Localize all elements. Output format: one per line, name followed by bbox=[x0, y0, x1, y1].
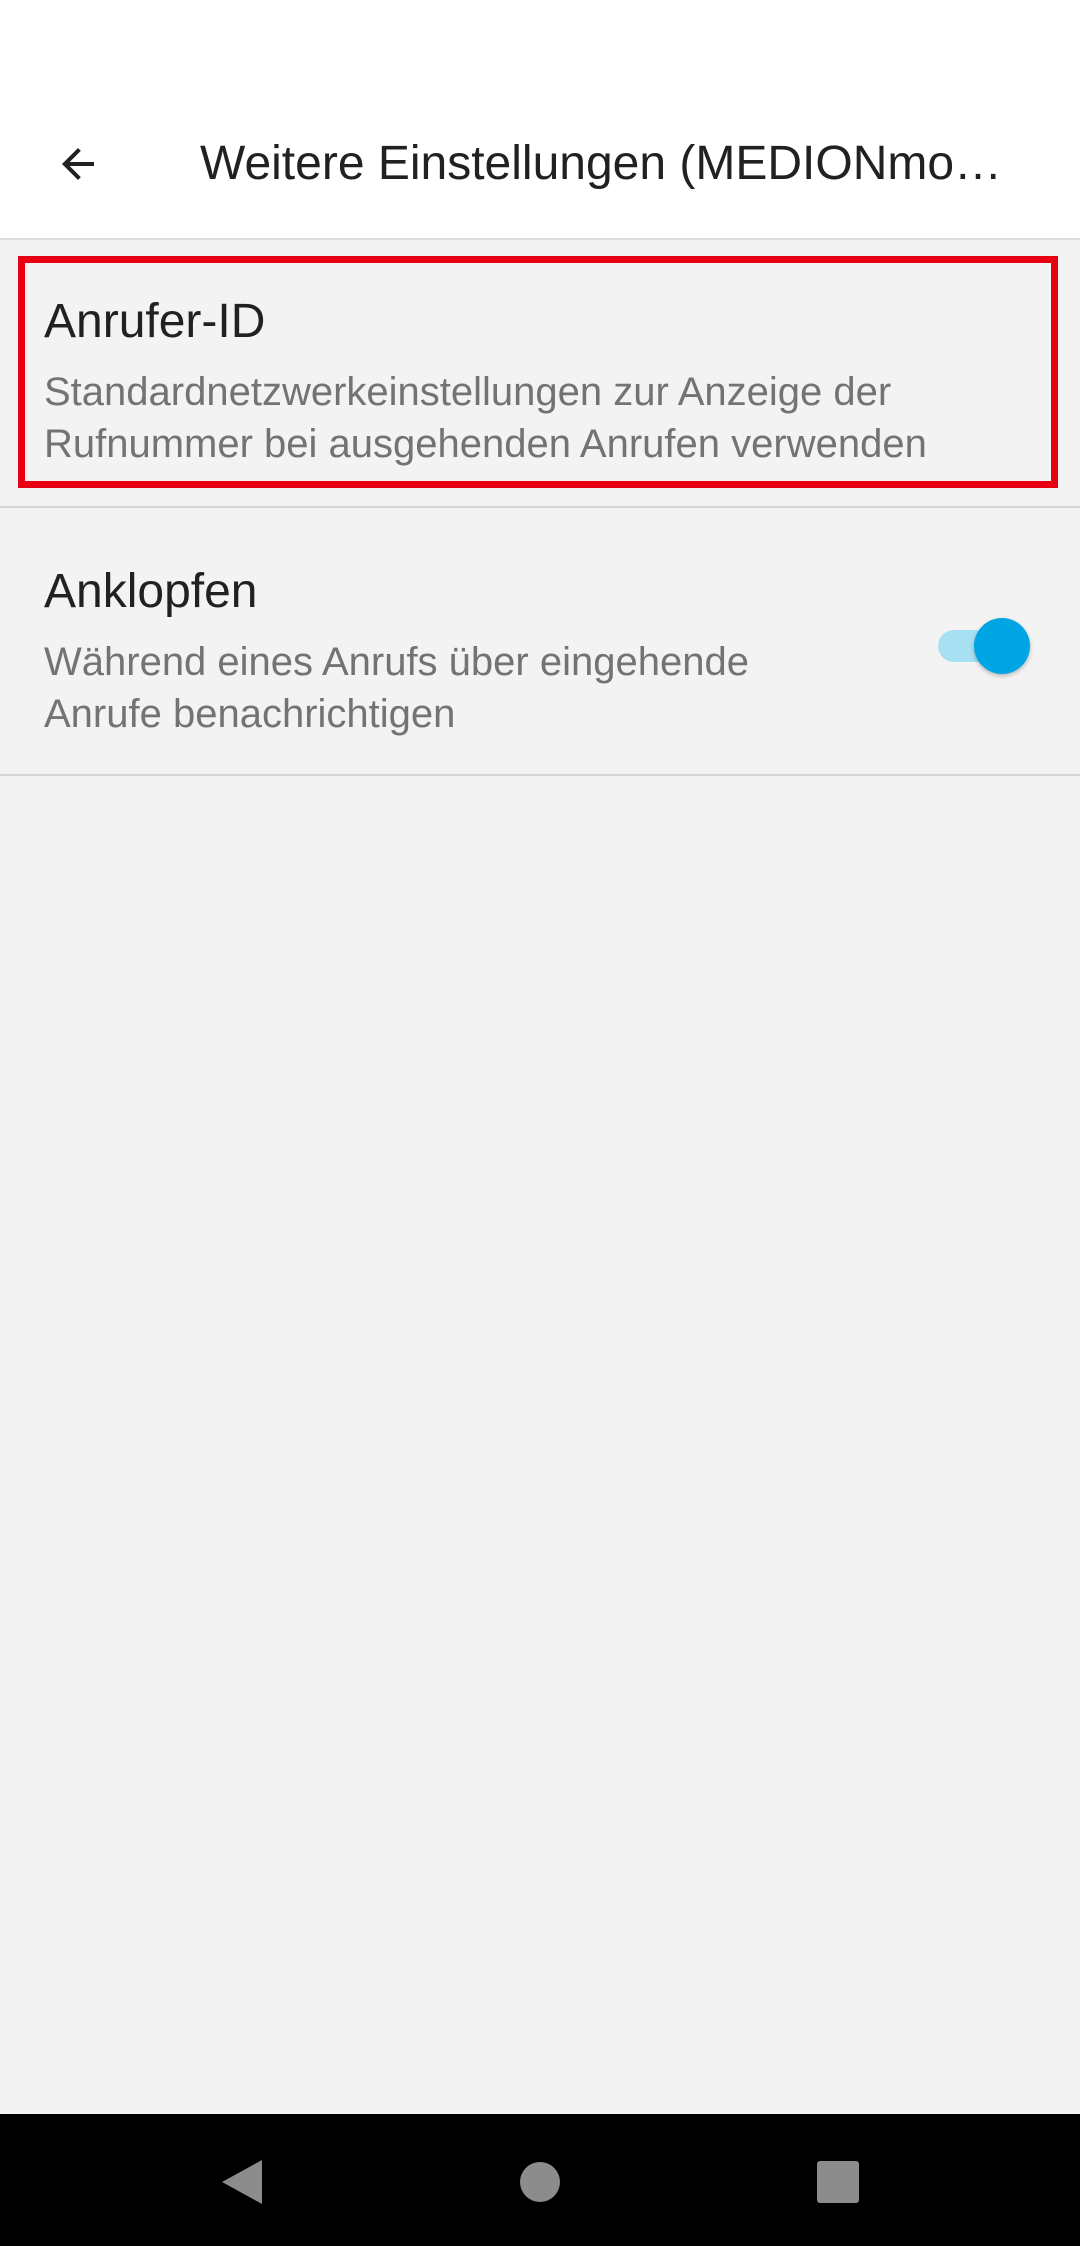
preference-list: Anrufer-ID Standardnetzwerkeinstellungen… bbox=[0, 240, 1080, 776]
pref-caller-id-title: Anrufer-ID bbox=[44, 295, 266, 348]
nav-back-button[interactable] bbox=[200, 2140, 284, 2224]
pref-caller-id-summary: Standardnetzwerkeinstellungen zur Anzeig… bbox=[44, 370, 927, 466]
square-recents-icon bbox=[817, 2161, 859, 2203]
back-button[interactable] bbox=[30, 128, 126, 200]
call-waiting-switch[interactable] bbox=[938, 616, 1030, 674]
pref-call-waiting-summary: Während eines Anrufs über eingehende Anr… bbox=[44, 640, 749, 736]
switch-thumb bbox=[974, 618, 1030, 674]
screen: Weitere Einstellungen (MEDIONmo… Anrufer… bbox=[0, 0, 1080, 2246]
triangle-back-icon bbox=[222, 2160, 262, 2204]
navigation-bar bbox=[0, 2114, 1080, 2246]
app-bar: Weitere Einstellungen (MEDIONmo… bbox=[0, 92, 1080, 240]
pref-call-waiting[interactable]: Anklopfen Während eines Anrufs über eing… bbox=[0, 508, 1080, 776]
pref-caller-id[interactable]: Anrufer-ID Standardnetzwerkeinstellungen… bbox=[0, 240, 1080, 508]
nav-home-button[interactable] bbox=[498, 2140, 582, 2224]
arrow-back-icon bbox=[62, 148, 94, 180]
page-title: Weitere Einstellungen (MEDIONmo… bbox=[200, 137, 1003, 190]
circle-home-icon bbox=[520, 2162, 560, 2202]
pref-call-waiting-title: Anklopfen bbox=[44, 565, 258, 618]
nav-recents-button[interactable] bbox=[796, 2140, 880, 2224]
status-bar bbox=[0, 0, 1080, 92]
